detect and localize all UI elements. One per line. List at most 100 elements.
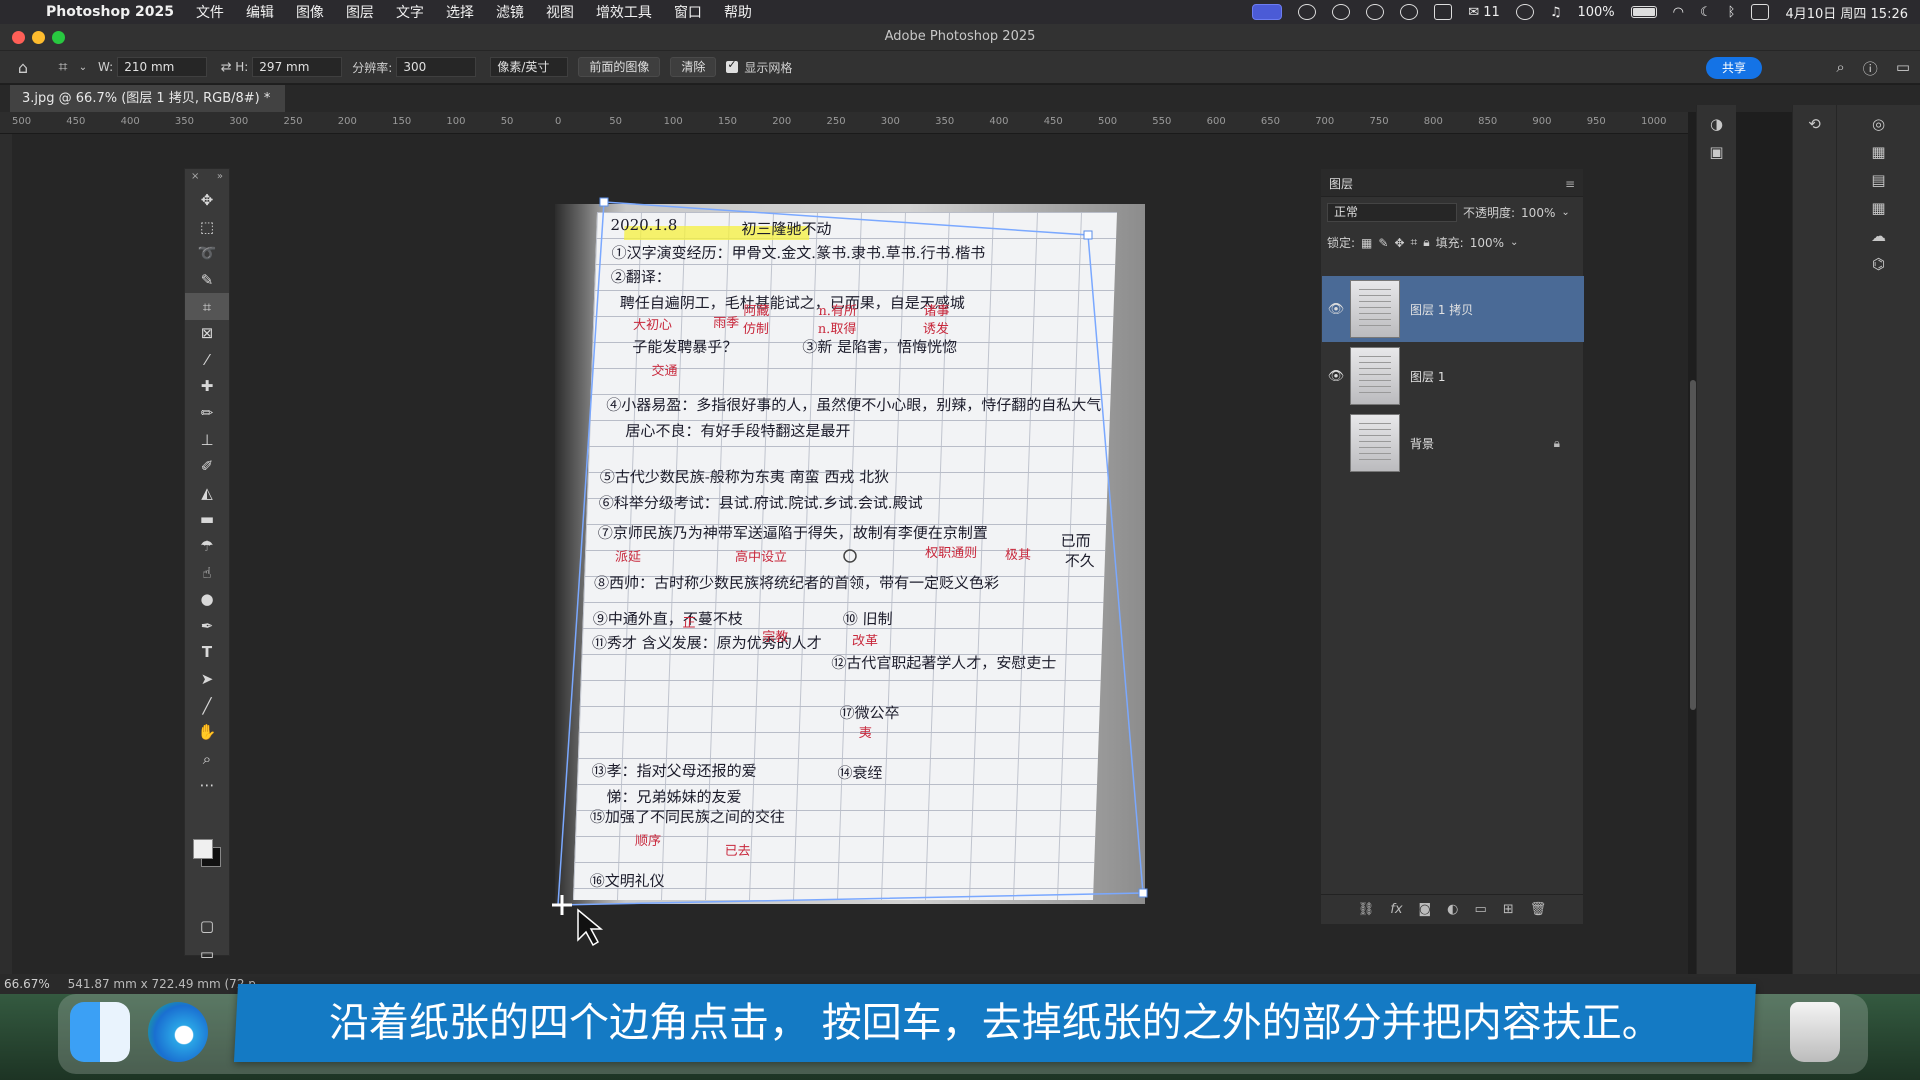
finder-icon[interactable]	[70, 1002, 130, 1062]
gradient-tool-icon[interactable]: ▬	[185, 506, 229, 533]
eye-icon[interactable]: 👁︎	[1322, 302, 1350, 317]
crop-tool-icon[interactable]: ⌗	[185, 293, 229, 320]
color-panel-icon[interactable]: ◑	[1697, 115, 1736, 133]
menu-select[interactable]: 选择	[446, 2, 474, 22]
wifi-icon[interactable]: ◠	[1673, 5, 1684, 20]
workspace-icon[interactable]: ▭	[1896, 58, 1910, 79]
share-button[interactable]: 共享	[1705, 57, 1762, 79]
marquee-tool-icon[interactable]: ⬚	[185, 214, 229, 241]
screen-mode-icon[interactable]: ▭	[185, 941, 229, 968]
new-layer-icon[interactable]: ⊞	[1503, 902, 1514, 917]
lock-pixels-icon[interactable]: ✎	[1378, 236, 1388, 250]
fill-value[interactable]: 100%	[1470, 236, 1504, 250]
move-tool-icon[interactable]: ✥	[185, 187, 229, 214]
show-grid-checkbox[interactable]	[726, 58, 739, 73]
close-icon[interactable]: ×	[191, 171, 199, 185]
zoom-tool-icon[interactable]: ⌕	[185, 745, 229, 772]
menu-window[interactable]: 窗口	[674, 2, 702, 22]
menu-layer[interactable]: 图层	[346, 2, 374, 22]
link-layers-icon[interactable]: ⛓	[1358, 902, 1375, 917]
smudge-tool-icon[interactable]: ☝	[185, 559, 229, 586]
lasso-tool-icon[interactable]: ➰	[185, 240, 229, 267]
minimize-window-button[interactable]	[32, 31, 45, 44]
sync-icon[interactable]	[1366, 4, 1385, 20]
app-menu[interactable]: Photoshop 2025	[46, 4, 174, 20]
line-tool-icon[interactable]: ╱	[185, 692, 229, 719]
stamp-tool-icon[interactable]: ⊥	[185, 426, 229, 453]
expand-icon[interactable]: »	[217, 171, 223, 185]
more-tools-icon[interactable]: ⋯	[185, 772, 229, 799]
add-mask-icon[interactable]: ◙	[1419, 902, 1432, 917]
chevron-down-icon[interactable]: ⌄	[1510, 237, 1518, 248]
healing-brush-tool-icon[interactable]: ✚	[185, 373, 229, 400]
type-tool-icon[interactable]: T	[185, 639, 229, 666]
menu-edit[interactable]: 编辑	[246, 2, 274, 22]
layer-row[interactable]: 背景 🔒︎	[1322, 410, 1584, 476]
lock-transparency-icon[interactable]: ▦	[1361, 236, 1372, 250]
home-icon[interactable]: ⌂	[10, 56, 36, 78]
trash-icon[interactable]	[1790, 1002, 1840, 1062]
layer-row[interactable]: 👁︎ 图层 1 拷贝	[1322, 276, 1584, 342]
eyedropper-tool-icon[interactable]: ⁄	[185, 347, 229, 374]
layer-row[interactable]: 👁︎ 图层 1	[1322, 343, 1584, 409]
document-tab[interactable]: 3.jpg @ 66.7% (图层 1 拷贝, RGB/8#) *	[10, 85, 285, 112]
lock-artboard-icon[interactable]: ⌗	[1411, 235, 1418, 250]
perspective-crop-tool-icon[interactable]: ⌗	[50, 56, 76, 78]
menu-filter[interactable]: 滤镜	[496, 2, 524, 22]
screen-record-icon[interactable]	[1252, 4, 1283, 20]
resolution-unit-select[interactable]: 像素/英寸	[490, 57, 569, 77]
chevron-down-icon[interactable]: ⌄	[76, 56, 90, 78]
swatches-panel-icon[interactable]: ▣	[1697, 143, 1736, 161]
chat-icon[interactable]	[1332, 4, 1351, 20]
pen-tool-icon[interactable]: ✒	[185, 613, 229, 640]
grid-status-icon[interactable]	[1434, 4, 1453, 20]
table-panel-icon[interactable]: ▦	[1837, 143, 1920, 161]
moon-icon[interactable]: ☾	[1700, 5, 1712, 20]
document-image[interactable]: 2020.1.8 初三隆驰不动 ①汉字演变经历：甲骨文.金文.篆书.隶书.草书.行书…	[555, 204, 1145, 904]
close-window-button[interactable]	[12, 31, 25, 44]
height-field[interactable]: 297 mm	[252, 57, 343, 77]
control-center-icon[interactable]	[1751, 4, 1770, 20]
paths-panel-icon[interactable]: ⌬	[1837, 255, 1920, 273]
history-brush-tool-icon[interactable]: ✐	[185, 453, 229, 480]
dodge-tool-icon[interactable]: ●	[185, 586, 229, 613]
help-icon[interactable]: ⓘ	[1863, 58, 1878, 79]
front-image-button[interactable]: 前面的图像	[578, 57, 661, 77]
menu-plugins[interactable]: 增效工具	[596, 2, 652, 22]
blur-tool-icon[interactable]: ☂	[185, 533, 229, 560]
path-selection-tool-icon[interactable]: ➤	[185, 666, 229, 693]
properties-panel-icon[interactable]: ▤	[1837, 171, 1920, 189]
wechat-icon[interactable]: ✉ 11	[1468, 5, 1500, 20]
history-panel-icon[interactable]: ⟲	[1793, 115, 1836, 133]
brush-tool-icon[interactable]: ✏	[185, 400, 229, 427]
lock-all-icon[interactable]: 🔒︎	[1423, 235, 1429, 250]
channels-panel-icon[interactable]: ▦	[1837, 199, 1920, 217]
lock-position-icon[interactable]: ✥	[1394, 236, 1404, 250]
music-icon[interactable]	[1515, 4, 1534, 20]
datetime[interactable]: 4月10日 周四 15:26	[1785, 3, 1908, 22]
hand-tool-icon[interactable]: ✋	[185, 719, 229, 746]
delete-layer-icon[interactable]: 🗑︎	[1530, 902, 1547, 917]
menu-file[interactable]: 文件	[196, 2, 224, 22]
quick-selection-tool-icon[interactable]: ✎	[185, 267, 229, 294]
menu-help[interactable]: 帮助	[724, 2, 752, 22]
eye-icon[interactable]: 👁︎	[1322, 369, 1350, 384]
adjustments-panel-icon[interactable]: ◎	[1837, 115, 1920, 133]
frame-tool-icon[interactable]: ⊠	[185, 320, 229, 347]
swap-dimensions-icon[interactable]: ⇄	[217, 56, 235, 78]
edge-browser-icon[interactable]	[148, 1002, 208, 1062]
zoom-window-button[interactable]	[52, 31, 65, 44]
fx-icon[interactable]: fx	[1390, 902, 1402, 917]
app-status-icon[interactable]	[1400, 4, 1419, 20]
eraser-tool-icon[interactable]: ◭	[185, 480, 229, 507]
battery-icon[interactable]	[1630, 6, 1657, 18]
clear-button[interactable]: 清除	[670, 57, 717, 77]
menu-image[interactable]: 图像	[296, 2, 324, 22]
foreground-color-swatch[interactable]	[193, 839, 213, 859]
record-icon[interactable]	[1298, 4, 1317, 20]
menu-view[interactable]: 视图	[546, 2, 574, 22]
menu-type[interactable]: 文字	[396, 2, 424, 22]
width-field[interactable]: 210 mm	[117, 57, 208, 77]
zoom-level[interactable]: 66.67%	[4, 977, 50, 991]
quick-mask-icon[interactable]: ▢	[185, 913, 229, 940]
